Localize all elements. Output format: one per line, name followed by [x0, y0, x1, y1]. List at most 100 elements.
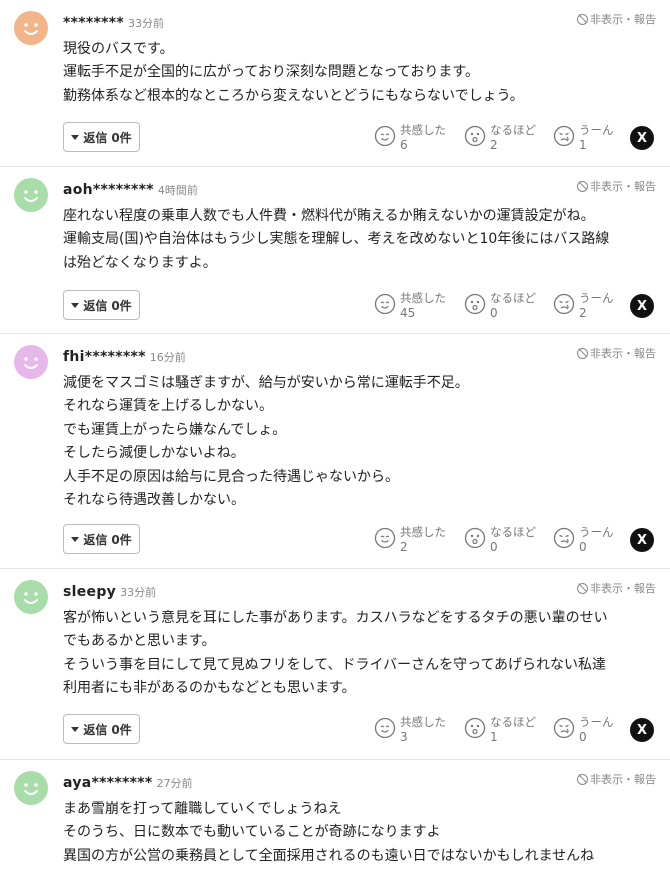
comment-line: 利用者にも非があるのかもなどとも思います。	[63, 680, 356, 697]
reply-count: 0件	[111, 532, 132, 547]
insight-icon	[464, 717, 486, 743]
reply-button[interactable]: 返信 0件	[63, 524, 140, 554]
reaction-count: 1	[579, 138, 587, 152]
hmm-icon	[553, 125, 575, 151]
reaction-empathy-button[interactable]: 共感した 45	[374, 291, 446, 321]
reaction-empathy-button[interactable]: 共感した 2	[374, 525, 446, 555]
hide-report-label: 非表示・報告	[590, 347, 656, 360]
comment-line: 減便をマスゴミは騒ぎますが、給与が安いから常に運転手不足。	[63, 375, 469, 391]
comment-item: ******** 33分前 非表示・報告 現役のバスです。 運転手不足が全国的に広がって…	[0, 0, 670, 167]
hide-report-link[interactable]: 非表示・報告	[577, 345, 656, 361]
reply-button[interactable]: 返信 0件	[63, 122, 140, 152]
chevron-down-icon	[71, 134, 80, 140]
reply-button[interactable]: 返信 0件	[63, 714, 140, 744]
comment-line: そしたら減便しかないよね。	[63, 445, 245, 462]
comment-item: sleepy 33分前 非表示・報告客が怖いという意見を耳にした事があります。カスハ…	[0, 569, 670, 760]
reply-count: 0件	[111, 722, 132, 737]
reaction-text: なるほど 1	[490, 715, 536, 745]
reaction-empathy-button[interactable]: 共感した 3	[374, 715, 446, 745]
comment-line: 運輸支局(国)や自治体はもう少し実態を理解し、考えを改めないと10年後にはバス路…	[63, 231, 610, 248]
comment-text: 座れない程度の乗車人数でも人件費・燃料代が賄えるか賄えないかの運賃設定がね。 運輸…	[63, 205, 653, 275]
reaction-label: うーん	[579, 715, 614, 729]
hide-report-link[interactable]: 非表示・報告	[577, 580, 656, 596]
x-logo-icon: X	[636, 722, 648, 738]
hide-report-link[interactable]: 非表示・報告	[577, 11, 656, 27]
reaction-empathy-button[interactable]: 共感した 6	[374, 123, 446, 153]
reaction-count: 2	[400, 540, 408, 554]
empathy-icon	[374, 125, 396, 151]
reply-button[interactable]: 返信 0件	[63, 290, 140, 320]
username[interactable]: ********	[63, 15, 124, 31]
reaction-hmm-button[interactable]: うーん 0	[553, 525, 614, 555]
reaction-insight-button[interactable]: なるほど 1	[464, 715, 536, 745]
hide-report-link[interactable]: 非表示・報告	[577, 178, 656, 194]
comment-item: aya******** 27分前 非表示・報告 まあ雪崩を打って離職していくでしょうね…	[0, 760, 670, 873]
x-logo-icon: X	[636, 532, 648, 548]
reaction-hmm-button[interactable]: うーん 1	[553, 123, 614, 153]
reaction-label: なるほど	[490, 525, 536, 539]
reaction-count: 1	[490, 730, 498, 744]
reaction-label: うーん	[579, 525, 614, 539]
avatar[interactable]	[14, 345, 48, 379]
hmm-icon	[553, 527, 575, 553]
avatar[interactable]	[14, 771, 48, 805]
comment-header: fhi******** 16分前	[63, 346, 186, 365]
username[interactable]: fhi********	[63, 349, 146, 365]
avatar[interactable]	[14, 11, 48, 45]
username[interactable]: aoh********	[63, 182, 154, 198]
comment-line: 運転手不足が全国的に広がっており深刻な問題となっております。	[63, 64, 479, 81]
share-x-button[interactable]: X	[630, 294, 654, 318]
reply-count: 0件	[111, 298, 132, 313]
timestamp: 4時間前	[157, 184, 198, 197]
reaction-label: なるほど	[490, 715, 536, 729]
ban-icon	[577, 13, 588, 25]
hmm-icon	[553, 293, 575, 319]
reaction-text: うーん 0	[579, 715, 614, 745]
timestamp: 27分前	[156, 777, 193, 790]
avatar[interactable]	[14, 580, 48, 614]
reaction-text: なるほど 0	[490, 291, 536, 321]
reaction-label: なるほど	[490, 291, 536, 305]
hide-report-link[interactable]: 非表示・報告	[577, 771, 656, 787]
comment-line: 客が怖いという意見を耳にした事があります。カスハラなどをするタチの悪い輩のせい	[63, 610, 608, 626]
share-x-button[interactable]: X	[630, 718, 654, 742]
comment-header: ******** 33分前	[63, 12, 164, 31]
hmm-icon	[553, 717, 575, 743]
reaction-hmm-button[interactable]: うーん 2	[553, 291, 614, 321]
comment-line: は殆どなくなりますよ。	[63, 254, 217, 271]
reaction-count: 0	[579, 540, 587, 554]
insight-icon	[464, 293, 486, 319]
reaction-label: うーん	[579, 291, 614, 305]
comment-item: fhi******** 16分前 非表示・報告減便をマスゴミは騒ぎますが、給与が安い…	[0, 334, 670, 569]
empathy-icon	[374, 527, 396, 553]
reaction-hmm-button[interactable]: うーん 0	[553, 715, 614, 745]
avatar[interactable]	[14, 178, 48, 212]
share-x-button[interactable]: X	[630, 126, 654, 150]
reply-label: 返信	[83, 130, 108, 145]
insight-icon	[464, 527, 486, 553]
reaction-insight-button[interactable]: なるほど 2	[464, 123, 536, 153]
reaction-text: なるほど 0	[490, 525, 536, 555]
hide-report-label: 非表示・報告	[590, 13, 656, 26]
username[interactable]: aya********	[63, 775, 152, 791]
reaction-insight-button[interactable]: なるほど 0	[464, 525, 536, 555]
reaction-insight-button[interactable]: なるほど 0	[464, 291, 536, 321]
comment-line: でもあるかと思います。	[63, 633, 216, 650]
reply-count: 0件	[111, 130, 132, 145]
reaction-text: 共感した 45	[400, 291, 446, 321]
hide-report-label: 非表示・報告	[590, 582, 656, 595]
reaction-label: 共感した	[400, 291, 446, 305]
timestamp: 33分前	[120, 586, 157, 599]
share-x-button[interactable]: X	[630, 528, 654, 552]
comment-line: それなら待遇改善しかない。	[63, 492, 245, 509]
comment-header: sleepy 33分前	[63, 581, 156, 600]
reaction-count: 0	[579, 730, 587, 744]
comment-line: でも運賃上がったら嫌なんでしょ。	[63, 421, 287, 438]
comment-text: 減便をマスゴミは騒ぎますが、給与が安いから常に運転手不足。 それなら運賃を上げるし…	[63, 372, 653, 512]
username[interactable]: sleepy	[63, 584, 116, 600]
chevron-down-icon	[71, 536, 80, 542]
reaction-count: 6	[400, 138, 408, 152]
reaction-text: うーん 1	[579, 123, 614, 153]
ban-icon	[577, 347, 588, 359]
x-logo-icon: X	[636, 130, 648, 146]
